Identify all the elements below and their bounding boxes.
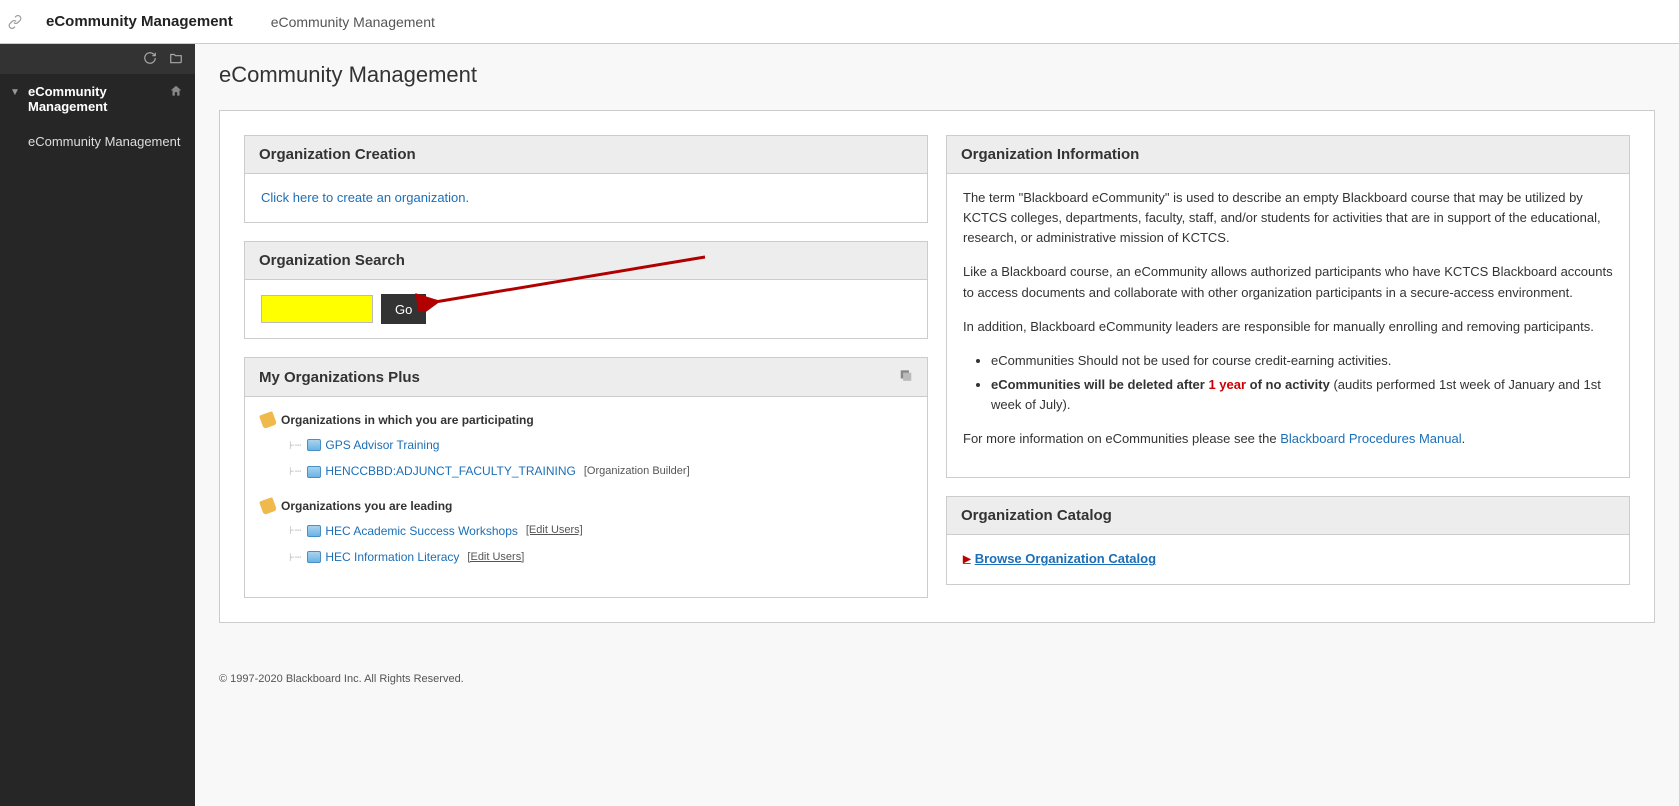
sidebar-item-ecommunity-management-child[interactable]: eCommunity Management xyxy=(0,124,195,159)
org-item: ⊦┄ HENCCBBD:ADJUNCT_FACULTY_TRAINING [Or… xyxy=(289,460,911,483)
hand-icon xyxy=(259,497,277,515)
info-paragraph: For more information on eCommunities ple… xyxy=(963,429,1613,449)
browse-catalog-label: Browse Organization Catalog xyxy=(975,549,1156,569)
orgs-leading-label: Organizations you are leading xyxy=(281,497,452,516)
refresh-icon[interactable] xyxy=(143,51,157,68)
panel-header: Organization Information xyxy=(947,136,1629,174)
info-bold: of no activity xyxy=(1246,377,1330,392)
edit-users-link[interactable]: [Edit Users] xyxy=(467,549,524,566)
left-column: Organization Creation Click here to crea… xyxy=(244,135,928,598)
panel-header: Organization Creation xyxy=(245,136,927,174)
breadcrumb-root[interactable]: eCommunity Management xyxy=(46,13,233,30)
panel-header: Organization Catalog xyxy=(947,497,1629,535)
create-organization-link[interactable]: Click here to create an organization. xyxy=(261,190,469,205)
orgs-leading-section: Organizations you are leading ⊦┄ HEC Aca… xyxy=(261,497,911,569)
breadcrumb-current: eCommunity Management xyxy=(271,14,435,30)
organization-search-input[interactable] xyxy=(261,295,373,323)
panel-organization-search: Organization Search Go xyxy=(244,241,928,339)
info-paragraph: The term "Blackboard eCommunity" is used… xyxy=(963,188,1613,248)
panel-header-label: My Organizations Plus xyxy=(259,369,420,386)
tree-elbow-icon: ⊦┄ xyxy=(289,437,301,454)
sidebar: ▼ eCommunity Management eCommunity Manag… xyxy=(0,44,195,806)
folder-icon[interactable] xyxy=(169,51,183,68)
book-icon xyxy=(307,551,321,563)
edit-users-link[interactable]: [Edit Users] xyxy=(526,522,583,539)
page-title: eCommunity Management xyxy=(219,62,1655,88)
org-item: ⊦┄ GPS Advisor Training xyxy=(289,434,911,457)
info-list-item: eCommunities will be deleted after 1 yea… xyxy=(991,375,1613,415)
main-content: eCommunity Management Organization Creat… xyxy=(195,44,1679,806)
panel-header: My Organizations Plus xyxy=(245,358,927,397)
sidebar-parent-label: eCommunity Management xyxy=(28,84,169,114)
org-extra: [Organization Builder] xyxy=(584,463,690,480)
org-item: ⊦┄ HEC Academic Success Workshops [Edit … xyxy=(289,520,911,543)
sidebar-item-ecommunity-management[interactable]: ▼ eCommunity Management xyxy=(0,74,195,124)
info-text: . xyxy=(1462,431,1466,446)
info-paragraph: Like a Blackboard course, an eCommunity … xyxy=(963,262,1613,302)
browse-catalog-link[interactable]: ▶ Browse Organization Catalog xyxy=(963,549,1613,569)
panel-header: Organization Search xyxy=(245,242,927,280)
info-list-item: eCommunities Should not be used for cour… xyxy=(991,351,1613,371)
caret-down-icon: ▼ xyxy=(10,87,20,98)
info-bold: eCommunities will be deleted after xyxy=(991,377,1208,392)
info-text: For more information on eCommunities ple… xyxy=(963,431,1280,446)
info-list: eCommunities Should not be used for cour… xyxy=(991,351,1613,415)
go-button[interactable]: Go xyxy=(381,294,426,324)
panel-organization-information: Organization Information The term "Black… xyxy=(946,135,1630,478)
right-column: Organization Information The term "Black… xyxy=(946,135,1630,585)
sidebar-child-label: eCommunity Management xyxy=(28,134,180,149)
link-icon xyxy=(6,13,24,31)
book-icon xyxy=(307,466,321,478)
info-red: 1 year xyxy=(1208,377,1246,392)
procedures-manual-link[interactable]: Blackboard Procedures Manual xyxy=(1280,431,1461,446)
tree-elbow-icon: ⊦┄ xyxy=(289,463,301,480)
org-item: ⊦┄ HEC Information Literacy [Edit Users] xyxy=(289,546,911,569)
orgs-participating-section: Organizations in which you are participa… xyxy=(261,411,911,483)
org-link[interactable]: HEC Information Literacy xyxy=(325,548,459,567)
sidebar-toolstrip xyxy=(0,44,195,74)
top-breadcrumb-bar: eCommunity Management eCommunity Managem… xyxy=(0,0,1679,44)
tree-elbow-icon: ⊦┄ xyxy=(289,522,301,539)
book-icon xyxy=(307,439,321,451)
info-paragraph: In addition, Blackboard eCommunity leade… xyxy=(963,317,1613,337)
home-icon[interactable] xyxy=(169,84,183,101)
org-link[interactable]: HEC Academic Success Workshops xyxy=(325,522,518,541)
org-link[interactable]: GPS Advisor Training xyxy=(325,436,439,455)
hand-icon xyxy=(259,411,277,429)
footer-copyright: © 1997-2020 Blackboard Inc. All Rights R… xyxy=(219,673,1655,685)
content-container: Organization Creation Click here to crea… xyxy=(219,110,1655,623)
orgs-participating-label: Organizations in which you are participa… xyxy=(281,411,534,430)
panel-my-organizations-plus: My Organizations Plus Organizations in w… xyxy=(244,357,928,598)
book-icon xyxy=(307,525,321,537)
org-link[interactable]: HENCCBBD:ADJUNCT_FACULTY_TRAINING xyxy=(325,462,575,481)
panel-organization-catalog: Organization Catalog ▶ Browse Organizati… xyxy=(946,496,1630,584)
panel-organization-creation: Organization Creation Click here to crea… xyxy=(244,135,928,223)
panel-settings-icon[interactable] xyxy=(899,368,913,386)
triangle-right-icon: ▶ xyxy=(963,552,971,568)
tree-elbow-icon: ⊦┄ xyxy=(289,549,301,566)
